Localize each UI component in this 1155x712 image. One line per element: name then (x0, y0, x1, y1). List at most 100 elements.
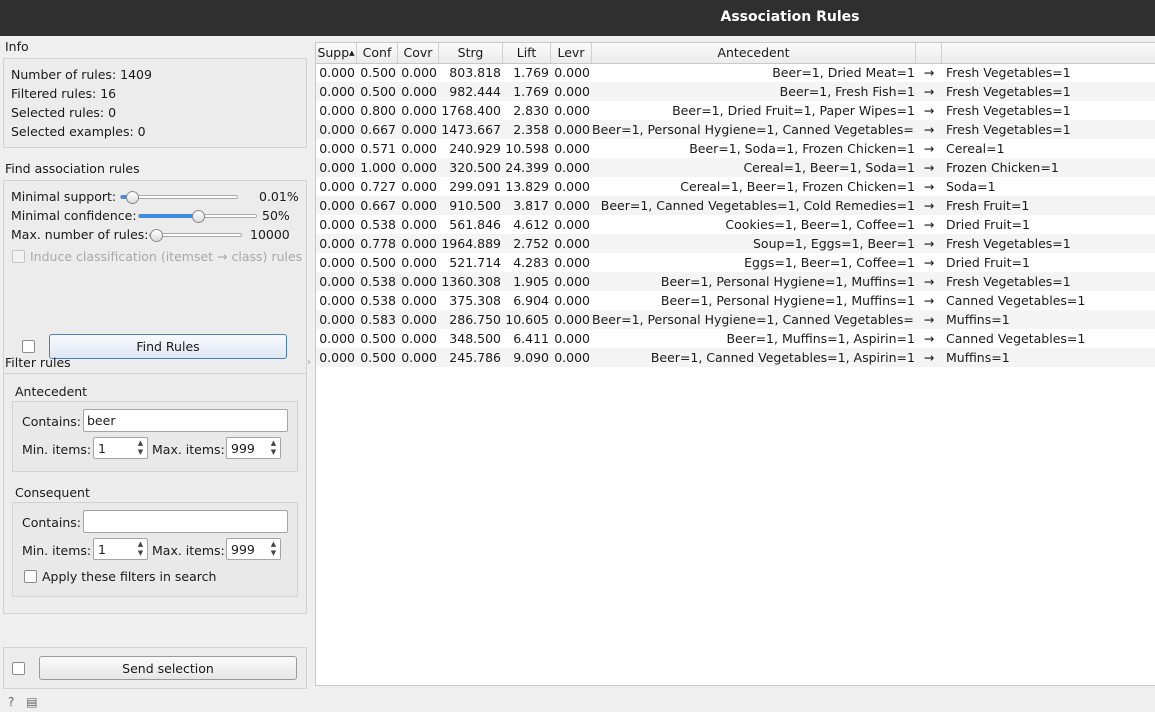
cell-ante: Beer=1, Soda=1, Frozen Chicken=1 (689, 141, 915, 156)
cell-cons: Frozen Chicken=1 (946, 160, 1059, 175)
cell-supp: 0.000 (319, 65, 355, 80)
table-row[interactable]: 0.000 0.571 0.000 240.929 10.598 0.000 Beer=1,… (316, 139, 1155, 158)
auto-send-checkbox[interactable] (12, 662, 25, 675)
consequent-max-items-spinbox[interactable]: 999 ▲ ▼ (226, 538, 281, 560)
max-rules-slider-handle[interactable] (150, 229, 163, 242)
column-header-strg[interactable]: Strg (439, 43, 503, 63)
spin-down-icon[interactable]: ▼ (268, 549, 279, 558)
table-row[interactable]: 0.000 0.500 0.000 982.444 1.769 0.000 Beer=1, … (316, 82, 1155, 101)
table-row[interactable]: 0.000 0.500 0.000 803.818 1.769 0.000 Beer=1, … (316, 63, 1155, 82)
cell-conf: 0.500 (360, 331, 396, 346)
column-header-covr[interactable]: Covr (398, 43, 439, 63)
min-confidence-slider-fill (139, 214, 198, 218)
spin-down-icon[interactable]: ▼ (135, 448, 146, 457)
info-section-title: Info (5, 39, 29, 54)
cell-ante: Cookies=1, Beer=1, Coffee=1 (725, 217, 915, 232)
min-confidence-slider-handle[interactable] (192, 210, 205, 223)
cell-ante: Beer=1, Muffins=1, Aspirin=1 (726, 331, 915, 346)
min-support-slider-handle[interactable] (126, 191, 139, 204)
rules-table[interactable]: Supp▲ Conf Covr Strg Lift Levr Anteceden… (315, 42, 1155, 686)
antecedent-max-items-spinbox[interactable]: 999 ▲ ▼ (226, 437, 281, 459)
cell-arrow: → (923, 160, 935, 175)
cell-supp: 0.000 (319, 179, 355, 194)
table-row[interactable]: 0.000 0.538 0.000 375.308 6.904 0.000 Beer=1, … (316, 291, 1155, 310)
min-support-slider[interactable] (120, 191, 238, 204)
apply-filters-checkbox[interactable] (24, 570, 37, 583)
cell-supp: 0.000 (319, 312, 355, 327)
spin-up-icon[interactable]: ▲ (268, 540, 279, 549)
help-icon[interactable]: ? (8, 695, 14, 709)
spin-down-icon[interactable]: ▼ (135, 549, 146, 558)
cell-cons: Fresh Vegetables=1 (946, 122, 1071, 137)
column-header-arrow[interactable] (916, 43, 942, 63)
min-confidence-slider[interactable] (138, 210, 257, 223)
find-section-title: Find association rules (5, 161, 140, 176)
title-bar: Association Rules (0, 0, 1155, 36)
cell-supp: 0.000 (319, 160, 355, 175)
antecedent-min-items-value: 1 (98, 441, 106, 456)
cell-ante: Soup=1, Eggs=1, Beer=1 (753, 236, 915, 251)
info-box: Number of rules: 1409 Filtered rules: 16… (3, 58, 307, 148)
spin-down-icon[interactable]: ▼ (268, 448, 279, 457)
table-row[interactable]: 0.000 0.583 0.000 286.750 10.605 0.000 Beer=1,… (316, 310, 1155, 329)
splitter-handle-icon[interactable]: › (307, 357, 311, 368)
report-icon[interactable]: ▤ (26, 695, 37, 709)
cell-conf: 0.800 (360, 103, 396, 118)
consequent-contains-input[interactable] (83, 510, 288, 533)
cell-strg: 803.818 (449, 65, 501, 80)
send-box: Send selection (3, 647, 307, 689)
cell-covr: 0.000 (401, 293, 437, 308)
cell-levr: 0.000 (554, 350, 590, 365)
column-header-levr[interactable]: Levr (551, 43, 592, 63)
cell-cons: Fresh Vegetables=1 (946, 65, 1071, 80)
table-row[interactable]: 0.000 0.500 0.000 245.786 9.090 0.000 Beer=1, … (316, 348, 1155, 367)
table-row[interactable]: 0.000 0.500 0.000 348.500 6.411 0.000 Beer=1, … (316, 329, 1155, 348)
cell-conf: 1.000 (360, 160, 396, 175)
send-selection-button[interactable]: Send selection (39, 656, 297, 680)
cell-cons: Muffins=1 (946, 350, 1010, 365)
table-row[interactable]: 0.000 0.667 0.000 1473.667 2.358 0.000 Beer=1,… (316, 120, 1155, 139)
cell-strg: 1768.400 (441, 103, 501, 118)
cell-conf: 0.778 (360, 236, 396, 251)
induce-classification-label: Induce classification (itemset → class) … (30, 249, 303, 264)
cell-strg: 561.846 (449, 217, 501, 232)
auto-find-checkbox[interactable] (22, 340, 35, 353)
spin-up-icon[interactable]: ▲ (268, 439, 279, 448)
antecedent-max-items-label: Max. items: (152, 442, 225, 457)
table-row[interactable]: 0.000 1.000 0.000 320.500 24.399 0.000 Cereal=… (316, 158, 1155, 177)
cell-lift: 3.817 (513, 198, 549, 213)
cell-conf: 0.727 (360, 179, 396, 194)
max-rules-slider[interactable] (149, 229, 242, 242)
antecedent-contains-input[interactable] (83, 409, 288, 432)
selected-rules: Selected rules: 0 (11, 105, 117, 120)
cell-levr: 0.000 (554, 84, 590, 99)
column-header-lift[interactable]: Lift (503, 43, 551, 63)
table-row[interactable]: 0.000 0.538 0.000 1360.308 1.905 0.000 Beer=1,… (316, 272, 1155, 291)
cell-strg: 375.308 (449, 293, 501, 308)
cell-levr: 0.000 (554, 236, 590, 251)
column-header-supp[interactable]: Supp▲ (316, 43, 357, 63)
table-header: Supp▲ Conf Covr Strg Lift Levr Anteceden… (316, 43, 1155, 64)
filtered-rules: Filtered rules: 16 (11, 86, 117, 101)
column-header-consequent[interactable] (942, 43, 1155, 63)
table-row[interactable]: 0.000 0.500 0.000 521.714 4.283 0.000 Eggs=1, … (316, 253, 1155, 272)
table-row[interactable]: 0.000 0.778 0.000 1964.889 2.752 0.000 Soup=1,… (316, 234, 1155, 253)
antecedent-min-items-spinbox[interactable]: 1 ▲ ▼ (93, 437, 148, 459)
cell-ante: Beer=1, Dried Fruit=1, Paper Wipes=1 (672, 103, 915, 118)
table-row[interactable]: 0.000 0.800 0.000 1768.400 2.830 0.000 Beer=1,… (316, 101, 1155, 120)
cell-cons: Soda=1 (946, 179, 996, 194)
column-header-antecedent[interactable]: Antecedent (592, 43, 916, 63)
spin-up-icon[interactable]: ▲ (135, 439, 146, 448)
find-rules-button[interactable]: Find Rules (49, 334, 287, 359)
sort-ascending-icon: ▲ (349, 49, 355, 57)
cell-levr: 0.000 (554, 198, 590, 213)
cell-levr: 0.000 (554, 122, 590, 137)
cell-covr: 0.000 (401, 350, 437, 365)
consequent-min-items-spinbox[interactable]: 1 ▲ ▼ (93, 538, 148, 560)
cell-strg: 1473.667 (441, 122, 501, 137)
table-row[interactable]: 0.000 0.727 0.000 299.091 13.829 0.000 Cereal=… (316, 177, 1155, 196)
spin-up-icon[interactable]: ▲ (135, 540, 146, 549)
table-row[interactable]: 0.000 0.538 0.000 561.846 4.612 0.000 Cookies=… (316, 215, 1155, 234)
column-header-conf[interactable]: Conf (357, 43, 398, 63)
table-row[interactable]: 0.000 0.667 0.000 910.500 3.817 0.000 Beer=1, … (316, 196, 1155, 215)
